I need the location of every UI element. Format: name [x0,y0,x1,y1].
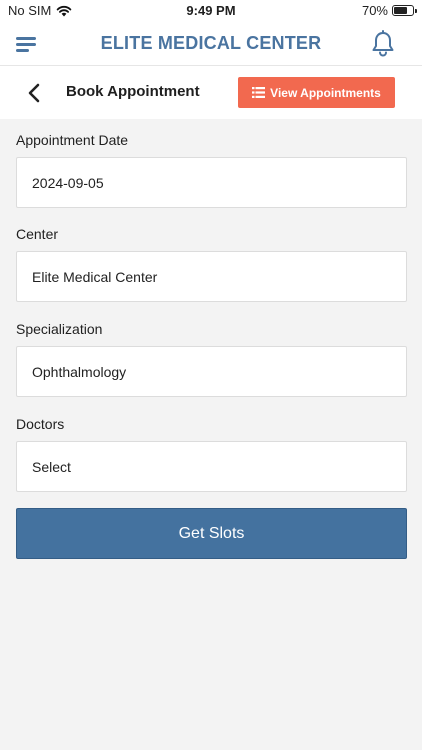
specialization-select[interactable]: Ophthalmology [16,346,407,397]
page-header: Book Appointment View Appointments [0,66,422,119]
center-label: Center [16,226,59,242]
page-title: Book Appointment [66,83,200,100]
status-bar: No SIM 9:49 PM 70% [0,0,422,22]
doctors-label: Doctors [16,416,65,432]
center-select[interactable]: Elite Medical Center [16,251,407,302]
battery-icon [392,5,417,16]
battery-level-fill [394,7,407,14]
bell-icon [372,30,394,57]
center-value: Elite Medical Center [32,268,158,285]
app-header: ELITE MEDICAL CENTER [0,22,422,66]
specialization-value: Ophthalmology [32,363,127,380]
back-button[interactable] [24,81,46,105]
doctors-select[interactable]: Select [16,441,407,492]
status-time: 9:49 PM [186,3,236,18]
appointment-date-value: 2024-09-05 [32,174,104,191]
view-appointments-button[interactable]: View Appointments [238,77,395,108]
specialization-label: Specialization [16,321,103,337]
battery-percent: 70% [361,3,388,18]
doctors-value: Select [32,458,71,475]
get-slots-label: Get Slots [178,524,245,542]
appointment-date-field[interactable]: 2024-09-05 [16,157,407,208]
chevron-left-icon [28,83,40,103]
app-title: ELITE MEDICAL CENTER [100,33,322,53]
view-appointments-label: View Appointments [270,85,381,100]
list-icon [252,87,266,98]
appointment-date-label: Appointment Date [16,132,129,148]
notifications-button[interactable] [370,30,396,58]
get-slots-button[interactable]: Get Slots [16,508,407,559]
battery-status: 70% [361,3,417,18]
